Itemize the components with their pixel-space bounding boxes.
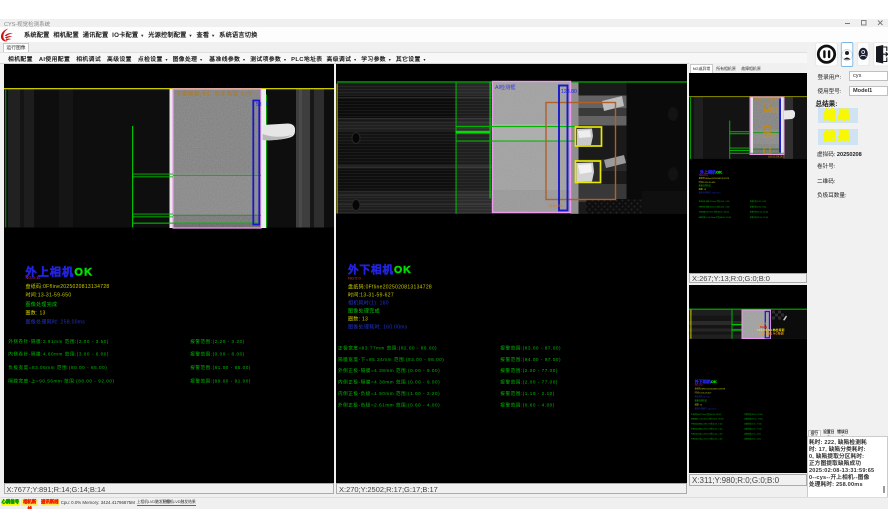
svg-text:报警范围:(0.00 - 8.00): 报警范围:(0.00 - 8.00) — [750, 205, 767, 208]
svg-text:相机耗时(1): 160: 相机耗时(1): 160 — [695, 394, 711, 398]
svg-text:内侧正极-隔膜=4.38mm 范围:(0.00 - 9.00: 内侧正极-隔膜=4.38mm 范围:(0.00 - 9.00) — [691, 427, 723, 430]
svg-text:图像处理耗时: 160.00ms: 图像处理耗时: 160.00ms — [348, 323, 408, 330]
svg-text:图像处理耗时: 256.00ms: 图像处理耗时: 256.00ms — [699, 190, 721, 194]
svg-text:报警范围:(1.10 - 2.10): 报警范围:(1.10 - 2.10) — [744, 432, 761, 435]
svg-text:时间:13-31-59-627: 时间:13-31-59-627 — [695, 390, 712, 394]
svg-text:正极宽度=83.77mm 范围:(82.00 - 88.00: 正极宽度=83.77mm 范围:(82.00 - 88.00) — [691, 412, 722, 415]
svg-text:圈数: 13: 圈数: 13 — [699, 187, 707, 191]
svg-text:外侧卷针-隔膜:2.91mm 范围:(2.00 - 3.50: 外侧卷针-隔膜:2.91mm 范围:(2.00 - 3.50) — [8, 338, 109, 345]
svg-text:隔膜宽度-上=90.56mm 范围:(88.00 - 92.: 隔膜宽度-上=90.56mm 范围:(88.00 - 92.00) — [8, 377, 114, 384]
svg-text:图像处理完成: 图像处理完成 — [695, 398, 707, 402]
svg-text:报警范围:(2.20 - 3.20): 报警范围:(2.20 - 3.20) — [190, 338, 245, 345]
svg-text:正极宽度=83.77mm 范围:(82.00 - 88.00: 正极宽度=83.77mm 范围:(82.00 - 88.00) — [338, 344, 437, 351]
svg-text:隔膜宽度-下=95.24mm 范围:(93.00 - 98.: 隔膜宽度-下=95.24mm 范围:(93.00 - 98.00) — [691, 417, 724, 420]
svg-text:图像处理耗时: 160.00ms: 图像处理耗时: 160.00ms — [695, 406, 717, 410]
svg-text:报警范围:(94.00 - 97.00): 报警范围:(94.00 - 97.00) — [500, 355, 561, 362]
svg-text:内侧正极-隔膜=4.38mm 范围:(0.00 - 9.00: 内侧正极-隔膜=4.38mm 范围:(0.00 - 9.00) — [338, 378, 440, 385]
svg-text:外下相机OK: 外下相机OK — [347, 263, 412, 276]
svg-text:NG:0:0: NG:0:0 — [695, 383, 703, 386]
svg-text:报警范围:(89.00 - 91.00): 报警范围:(89.00 - 91.00) — [750, 216, 769, 219]
svg-text:AI检测框: AI检测框 — [495, 83, 515, 91]
svg-text:下面阈值:93, 动态阈值:100: 下面阈值:93, 动态阈值:100 — [176, 90, 252, 97]
svg-text:相机耗时(1): 160: 相机耗时(1): 160 — [348, 299, 389, 306]
svg-text:报警范围:(94.00 - 97.00): 报警范围:(94.00 - 97.00) — [744, 417, 763, 420]
svg-text:图像处理完成: 图像处理完成 — [699, 183, 711, 187]
svg-text:13.8 13.8: 13.8 13.8 — [548, 204, 563, 208]
svg-text:隔膜宽度-下=95.24mm 范围:(93.00 - 98.: 隔膜宽度-下=95.24mm 范围:(93.00 - 98.00) — [338, 355, 444, 362]
svg-text:报警范围:(0.60 - 4.00): 报警范围:(0.60 - 4.00) — [500, 401, 555, 408]
svg-text:报警范围:(2.20 - 3.20): 报警范围:(2.20 - 3.20) — [750, 200, 767, 203]
svg-text:外侧正极-隔膜=4.38mm 范围:(0.00 - 9.00: 外侧正极-隔膜=4.38mm 范围:(0.00 - 9.00) — [691, 422, 723, 425]
svg-text:报警范围:(81.00 - 85.00): 报警范围:(81.00 - 85.00) — [750, 210, 769, 213]
svg-text:内侧卷针-隔膜:4.60mm 范围:(3.00 - 6.00: 内侧卷针-隔膜:4.60mm 范围:(3.00 - 6.00) — [8, 350, 109, 357]
svg-text:报警范围:(1.10 - 2.10): 报警范围:(1.10 - 2.10) — [500, 390, 555, 397]
svg-text:隔膜宽度-上=90.56mm 范围:(88.00 - 92.: 隔膜宽度-上=90.56mm 范围:(88.00 - 92.00) — [699, 216, 732, 219]
svg-text:报警范围:(83.00 - 87.00): 报警范围:(83.00 - 87.00) — [744, 412, 763, 415]
svg-text:圈数: 13: 圈数: 13 — [695, 402, 703, 406]
svg-text:NG:0:0: NG:0:0 — [348, 275, 361, 280]
svg-text:圈数: 13: 圈数: 13 — [348, 315, 368, 322]
svg-text:4.60 OK 2.0: 4.60 OK 2.0 — [761, 135, 774, 138]
svg-text:图像处理耗时: 258.00ms: 图像处理耗时: 258.00ms — [25, 318, 85, 325]
svg-text:内侧正极-负极=1.90mm 范围:(1.00 - 2.20: 内侧正极-负极=1.90mm 范围:(1.00 - 2.20) — [338, 390, 440, 397]
svg-text:外侧卷针-隔膜:2.91mm 范围:(2.00 - 3.50: 外侧卷针-隔膜:2.91mm 范围:(2.00 - 3.50) — [699, 200, 730, 203]
svg-text:13.80 错位 NG特别: 13.80 错位 NG特别 — [757, 331, 784, 335]
svg-text:图像处理完成: 图像处理完成 — [348, 307, 380, 314]
svg-text:报警范围:(2.00 - 77.00): 报警范围:(2.00 - 77.00) — [500, 367, 558, 374]
svg-text:盘纸码:0Ffline2025020813134728: 盘纸码:0Ffline2025020813134728 — [695, 386, 726, 390]
svg-text:内侧正极-负极=1.90mm 范围:(1.00 - 2.20: 内侧正极-负极=1.90mm 范围:(1.00 - 2.20) — [691, 432, 723, 435]
svg-text:183.05 OK 90.5: 183.05 OK 90.5 — [768, 155, 785, 158]
svg-text:内侧卷针-隔膜:4.60mm 范围:(3.00 - 6.00: 内侧卷针-隔膜:4.60mm 范围:(3.00 - 6.00) — [699, 205, 730, 208]
svg-text:时间:13-31-59-627: 时间:13-31-59-627 — [348, 291, 394, 298]
svg-text:盘纸码:0Ffline2025020813134728: 盘纸码:0Ffline2025020813134728 — [348, 283, 432, 290]
svg-text:报警范围:(83.00 - 87.00): 报警范围:(83.00 - 87.00) — [500, 344, 561, 351]
svg-text:2.91 OK 值.48: 2.91 OK 值.48 — [763, 109, 779, 113]
svg-text:外侧正极-隔膜=4.38mm 范围:(0.00 - 9.00: 外侧正极-隔膜=4.38mm 范围:(0.00 - 9.00) — [338, 367, 440, 374]
svg-text:报警范围:(0.60 - 4.00): 报警范围:(0.60 - 4.00) — [744, 437, 761, 440]
svg-text:图像处理完成: 图像处理完成 — [25, 301, 57, 308]
svg-text:负极宽度=83.05mm 范围:(80.00 - 86.00: 负极宽度=83.05mm 范围:(80.00 - 86.00) — [699, 210, 730, 213]
svg-text:盘纸码:0Ffline2025020813134728: 盘纸码:0Ffline2025020813134728 — [25, 283, 109, 290]
svg-text:报警范围:(2.00 - 77.00): 报警范围:(2.00 - 77.00) — [500, 378, 558, 385]
svg-text:报警范围:(0.00 - 8.00): 报警范围:(0.00 - 8.00) — [190, 350, 245, 357]
svg-text:负极宽度=83.05mm 范围:(80.00 - 86.00: 负极宽度=83.05mm 范围:(80.00 - 86.00) — [8, 364, 107, 371]
svg-text:NG:0:11: NG:0:11 — [699, 173, 708, 176]
svg-text:外侧正极-负极=2.61mm 范围:(0.60 - 4.00: 外侧正极-负极=2.61mm 范围:(0.60 - 4.00) — [691, 437, 723, 440]
svg-text:报警范围:(81.00 - 85.00): 报警范围:(81.00 - 85.00) — [190, 364, 251, 371]
svg-text:外侧正极-负极=2.61mm 范围:(0.60 - 4.00: 外侧正极-负极=2.61mm 范围:(0.60 - 4.00) — [338, 401, 440, 408]
svg-text:123.80 NG伸出特别: 123.80 NG伸出特别 — [757, 328, 785, 332]
svg-text:圈数: 13: 圈数: 13 — [25, 309, 45, 316]
svg-text:NG:0:11: NG:0:11 — [25, 275, 40, 280]
svg-text:报警范围:(2.00 - 77.00): 报警范围:(2.00 - 77.00) — [744, 422, 762, 425]
svg-text:时间:13-31-59-650: 时间:13-31-59-650 — [25, 291, 71, 298]
svg-text:报警范围:(2.00 - 77.00): 报警范围:(2.00 - 77.00) — [744, 427, 762, 430]
svg-text:时间:13-31-59-650: 时间:13-31-59-650 — [699, 179, 716, 183]
svg-text:123.80: 123.80 — [561, 89, 577, 95]
svg-text:报警范围:(89.00 - 91.00): 报警范围:(89.00 - 91.00) — [190, 377, 251, 384]
